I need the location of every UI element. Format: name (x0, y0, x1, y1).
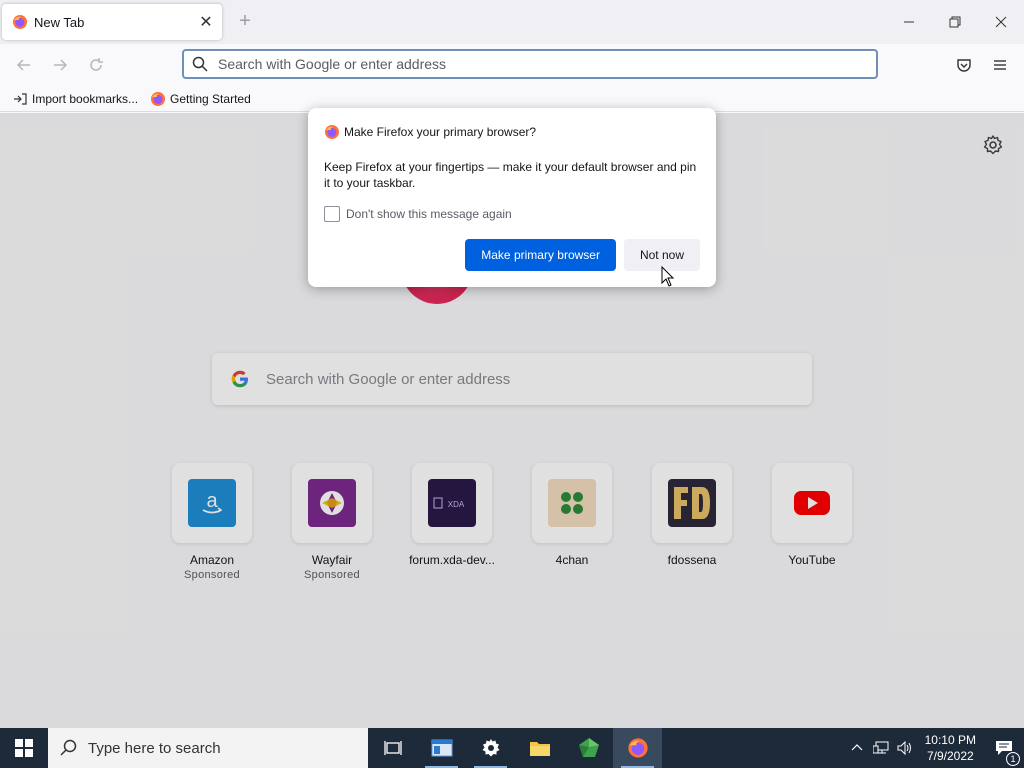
show-hidden-icons-button[interactable] (845, 742, 869, 754)
forward-button[interactable] (46, 51, 74, 79)
tab-new-tab[interactable]: New Tab ✕ (2, 4, 222, 40)
pocket-button[interactable] (952, 53, 976, 77)
mouse-cursor-icon (661, 266, 675, 287)
url-bar[interactable] (182, 49, 878, 79)
taskbar-settings[interactable] (466, 728, 515, 768)
bookmark-getting-started-label: Getting Started (170, 91, 251, 106)
taskbar-file-explorer[interactable] (515, 728, 564, 768)
gear-icon (983, 135, 1003, 155)
dialog-message: Keep Firefox at your fingertips — make i… (324, 160, 697, 190)
forward-arrow-icon (54, 59, 68, 71)
dont-show-again-label: Don't show this message again (346, 207, 512, 221)
clock-time: 10:10 PM (924, 733, 976, 747)
taskbar-firefox[interactable] (613, 728, 662, 768)
new-tab-button[interactable]: + (234, 10, 256, 32)
system-tray: 10:10 PM 7/9/2022 1 (845, 728, 1024, 768)
app-window-icon (431, 739, 452, 757)
task-view-button[interactable] (368, 728, 417, 768)
reload-button[interactable] (82, 51, 110, 79)
bookmark-import[interactable]: Import bookmarks... (12, 91, 138, 107)
minimize-icon (904, 21, 914, 23)
action-center-button[interactable]: 1 (984, 740, 1024, 766)
windows-logo-icon (15, 739, 33, 757)
gem-icon (578, 738, 599, 757)
restore-icon (949, 16, 961, 28)
url-input[interactable] (216, 55, 876, 73)
start-button[interactable] (0, 728, 48, 768)
folder-icon (529, 742, 550, 756)
speaker-icon (897, 741, 911, 755)
network-button[interactable] (869, 741, 893, 755)
dont-show-again-checkbox[interactable] (324, 206, 340, 222)
clock-date: 7/9/2022 (926, 749, 974, 763)
firefox-icon (627, 738, 648, 758)
taskbar-search-placeholder: Type here to search (88, 739, 221, 757)
taskbar: Type here to search 10:10 PM 7/9/2022 1 (0, 728, 1024, 768)
pocket-icon (957, 59, 971, 72)
taskbar-app-window[interactable] (417, 728, 466, 768)
dont-show-again-option[interactable]: Don't show this message again (324, 206, 700, 222)
import-icon (12, 91, 28, 107)
task-view-icon (383, 741, 402, 755)
notification-badge: 1 (1006, 752, 1020, 766)
taskbar-app-green[interactable] (564, 728, 613, 768)
bookmark-getting-started[interactable]: Getting Started (150, 91, 251, 107)
app-menu-button[interactable] (988, 53, 1012, 77)
default-browser-dialog: Make Firefox your primary browser? Keep … (308, 108, 716, 287)
network-icon (872, 741, 889, 754)
dialog-header: Make Firefox your primary browser? (324, 124, 700, 140)
tab-strip: New Tab ✕ + (0, 0, 1024, 44)
taskbar-search-box[interactable]: Type here to search (48, 728, 368, 768)
back-arrow-icon (16, 59, 30, 71)
make-primary-browser-button[interactable]: Make primary browser (465, 239, 616, 271)
hamburger-menu-icon (994, 60, 1006, 70)
firefox-icon (13, 15, 27, 29)
personalize-button[interactable] (982, 134, 1004, 156)
close-icon (995, 16, 1007, 28)
firefox-icon (325, 125, 339, 139)
dialog-title: Make Firefox your primary browser? (344, 125, 537, 139)
search-icon (192, 56, 208, 72)
tab-title: New Tab (34, 14, 85, 30)
nav-bar (0, 44, 1024, 86)
clock[interactable]: 10:10 PM 7/9/2022 (925, 732, 976, 764)
reload-icon (90, 58, 103, 71)
volume-button[interactable] (893, 741, 917, 755)
window-close-button[interactable] (978, 0, 1024, 44)
restore-button[interactable] (932, 0, 978, 44)
tab-close-icon[interactable]: ✕ (194, 10, 218, 34)
settings-gear-icon (482, 739, 499, 757)
back-button[interactable] (10, 51, 38, 79)
firefox-icon (150, 91, 166, 107)
minimize-button[interactable] (886, 0, 932, 44)
search-icon (60, 739, 77, 756)
chevron-up-icon (851, 744, 863, 751)
bookmark-import-label: Import bookmarks... (32, 91, 139, 106)
